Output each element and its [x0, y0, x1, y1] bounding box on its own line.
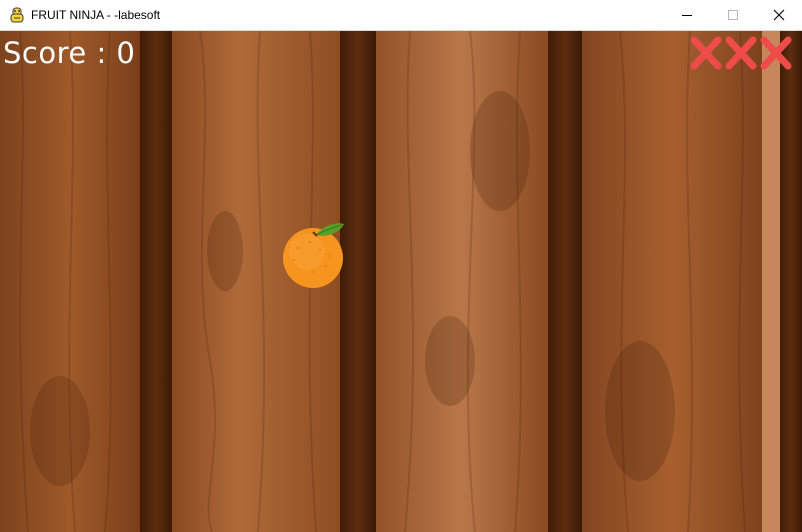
- lost-life-x-icon: [760, 36, 792, 70]
- lives-lost-indicator: [690, 36, 792, 70]
- minimize-button[interactable]: [664, 0, 710, 30]
- maximize-button[interactable]: [710, 0, 756, 30]
- window-titlebar[interactable]: FRUIT NINJA - -labesoft: [0, 0, 802, 31]
- maximize-icon: [728, 10, 738, 20]
- close-icon: [773, 9, 785, 21]
- game-canvas[interactable]: Score : 0: [0, 31, 802, 532]
- minimize-icon: [682, 15, 692, 16]
- lost-life-x-icon: [690, 36, 722, 70]
- wooden-planks-background: [0, 31, 802, 532]
- lost-life-x-icon: [725, 36, 757, 70]
- close-button[interactable]: [756, 0, 802, 30]
- score-label: Score : 0: [3, 36, 136, 70]
- window-title: FRUIT NINJA - -labesoft: [31, 8, 161, 22]
- python-snake-icon: [9, 7, 25, 23]
- orange-fruit[interactable]: [280, 220, 346, 288]
